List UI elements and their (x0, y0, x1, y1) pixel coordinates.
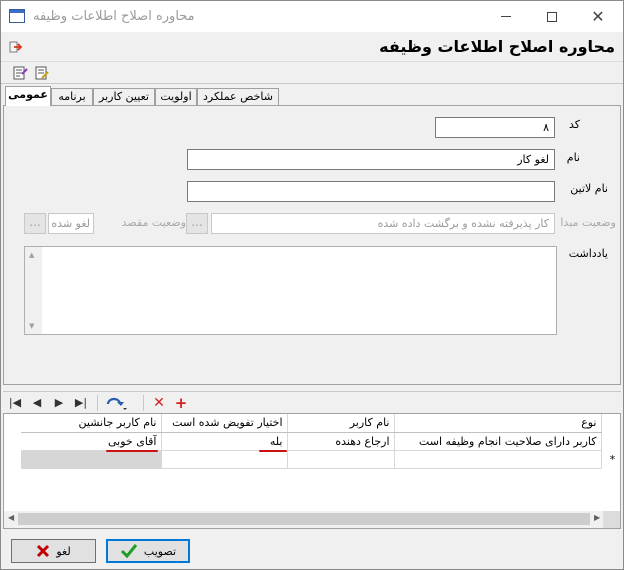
cell-new-delegated[interactable] (161, 450, 288, 469)
note-label: یادداشت (568, 247, 608, 260)
refresh-icon[interactable] (103, 394, 129, 412)
form-title: محاوره اصلاح اطلاعات وظیفه (379, 37, 615, 56)
source-status-browse-button[interactable]: ... (186, 213, 208, 234)
cancel-x-icon (37, 544, 50, 558)
table-row[interactable]: کاربر دارای صلاحیت انجام وظیفه است ارجاع… (21, 432, 602, 451)
tab-schedule[interactable]: برنامه (51, 88, 93, 106)
close-button[interactable]: ✕ (575, 1, 621, 32)
code-field[interactable]: ۸ (435, 117, 555, 138)
dest-status-browse-button[interactable]: ... (24, 213, 46, 234)
column-header-delegated[interactable]: اختیار تفویض شده است (161, 414, 288, 433)
scroll-right-icon: ▶ (594, 513, 601, 522)
name-label: نام (566, 151, 580, 164)
new-row[interactable] (21, 450, 602, 469)
check-icon (120, 544, 138, 559)
close-icon: ✕ (591, 7, 605, 26)
next-record-icon[interactable]: ▶ (49, 394, 69, 412)
cancel-button-label: لغو (56, 544, 71, 558)
maximize-button[interactable] (529, 1, 575, 32)
scrollbar-corner (603, 511, 620, 528)
cell-substitute-user[interactable]: آقای خوبی (21, 432, 162, 451)
grid-header-row: نوع نام کاربر اختیار تفویض شده است نام ک… (21, 414, 602, 433)
column-header-substitute-user[interactable]: نام کاربر جانشین (21, 414, 162, 433)
tab-performance-index[interactable]: شاخص عملکرد (197, 88, 279, 106)
grid-horizontal-scrollbar[interactable]: ◀ ▶ (4, 511, 620, 528)
grid-table: نوع نام کاربر اختیار تفویض شده است نام ک… (21, 414, 602, 469)
source-status-label: وضعیت مبدا (560, 216, 616, 229)
cell-user-name[interactable]: ارجاع دهنده (287, 432, 395, 451)
dialog-window: محاوره اصلاح اطلاعات وظیفه ✕ محاوره اصلا… (0, 0, 624, 570)
delete-icon[interactable]: ✕ (149, 394, 169, 412)
minimize-icon (501, 16, 511, 17)
toolbar-separator (97, 395, 98, 411)
tab-general[interactable]: عمومی (5, 86, 51, 106)
toolbar-separator (143, 395, 144, 411)
dest-status-field: لغو شده (48, 213, 94, 234)
last-record-icon[interactable]: ▶| (71, 394, 91, 412)
app-window-icon (9, 9, 25, 23)
maximize-icon (547, 11, 557, 22)
new-row-indicator: * (609, 453, 616, 466)
toolbar (1, 62, 623, 84)
title-bar: محاوره اصلاح اطلاعات وظیفه ✕ (1, 1, 623, 32)
edit-form-icon[interactable] (34, 65, 50, 81)
cancel-button[interactable]: لغو (11, 539, 96, 563)
tab-strip: عمومی برنامه تعیین کاربر اولویت شاخص عمل… (1, 86, 623, 106)
tab-assign-user[interactable]: تعیین کاربر (93, 88, 155, 106)
add-icon[interactable]: + (171, 394, 191, 412)
column-header-user-name[interactable]: نام کاربر (287, 414, 395, 433)
column-header-type[interactable]: نوع (394, 414, 602, 433)
dest-status-label: وضعیت مقصد (121, 216, 186, 229)
window-title: محاوره اصلاح اطلاعات وظیفه (33, 9, 195, 24)
scroll-up-icon: ▲ (29, 251, 35, 259)
grid-navigator: |◀ ◀ ▶ ▶| ✕ + (3, 391, 621, 413)
minimize-button[interactable] (483, 1, 529, 32)
prev-record-icon[interactable]: ◀ (27, 394, 47, 412)
scroll-thumb[interactable] (18, 513, 590, 525)
properties-icon[interactable] (12, 65, 28, 81)
approve-button-label: تصویب (143, 544, 177, 558)
cell-new-user-name[interactable] (287, 450, 395, 469)
scroll-left-icon: ◀ (8, 513, 15, 522)
annotation-underline (259, 450, 287, 452)
latin-name-label: نام لاتین (570, 182, 608, 195)
cell-type[interactable]: کاربر دارای صلاحیت انجام وظیفه است (394, 432, 602, 451)
note-textarea[interactable]: ▲ ▼ (24, 246, 557, 335)
scroll-down-icon: ▼ (29, 322, 35, 330)
form-header: محاوره اصلاح اطلاعات وظیفه (1, 32, 623, 62)
exit-icon[interactable] (9, 41, 23, 53)
latin-name-field[interactable] (187, 181, 555, 202)
user-assignment-grid: نوع نام کاربر اختیار تفویض شده است نام ک… (3, 413, 621, 529)
cell-delegated[interactable]: بله (161, 432, 288, 451)
tab-priority[interactable]: اولویت (155, 88, 197, 106)
note-scrollbar[interactable]: ▲ ▼ (25, 247, 42, 334)
annotation-underline (106, 450, 158, 452)
general-tab-panel: کد ۸ نام لغو کار نام لاتین وضعیت مبدا کا… (3, 105, 621, 385)
cell-new-type[interactable] (394, 450, 602, 469)
approve-button[interactable]: تصویب (106, 539, 190, 563)
code-label: کد (568, 118, 580, 131)
first-record-icon[interactable]: |◀ (5, 394, 25, 412)
cell-new-substitute-user[interactable] (21, 450, 162, 469)
source-status-field: کار پذیرفته نشده و برگشت داده شده (211, 213, 555, 234)
name-field[interactable]: لغو کار (187, 149, 555, 170)
